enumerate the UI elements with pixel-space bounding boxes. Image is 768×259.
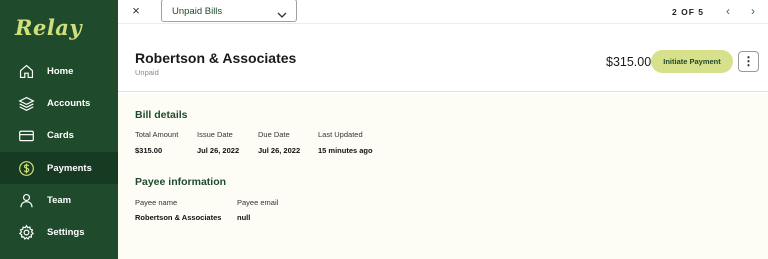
layers-icon [17,94,35,112]
top-bar: × Unpaid Bills 2 OF 5 ‹ › [118,0,768,24]
sidebar: Relay Home Accounts Cards Payments Team [0,0,118,259]
bill-filter-value: Unpaid Bills [172,6,223,17]
dollar-icon [17,159,35,177]
chevron-right-icon[interactable]: › [747,5,759,17]
initiate-payment-button[interactable]: Initiate Payment [651,50,733,73]
bill-filter-select[interactable]: Unpaid Bills [161,0,297,22]
sidebar-item-accounts[interactable]: Accounts [0,87,118,119]
close-icon[interactable]: × [129,4,143,18]
sidebar-item-home[interactable]: Home [0,55,118,87]
sidebar-item-label: Settings [47,226,85,238]
field-value: Jul 26, 2022 [197,146,240,155]
field-value: Jul 26, 2022 [258,146,301,155]
status-label: Unpaid [135,68,159,77]
sidebar-item-label: Cards [47,129,74,141]
field-value: $315.00 [135,146,163,155]
user-icon [17,191,35,209]
more-options-icon[interactable]: ⋮ [738,51,759,72]
field-label: Last Updated [318,130,363,139]
home-icon [17,62,35,80]
field-value: 15 minutes ago [318,146,373,155]
field-label: Due Date [258,130,290,139]
card-icon [17,126,35,144]
page-title: Robertson & Associates [135,50,297,66]
chevron-left-icon[interactable]: ‹ [722,5,734,17]
sidebar-item-team[interactable]: Team [0,184,118,216]
chevron-down-icon [277,6,287,18]
sidebar-item-label: Payments [47,162,92,174]
field-value: Robertson & Associates [135,213,222,222]
pager-label: 2 OF 5 [672,7,704,17]
relay-logo[interactable]: Relay [15,15,82,40]
field-label: Payee name [135,198,178,207]
sidebar-item-cards[interactable]: Cards [0,119,118,151]
sidebar-item-label: Team [47,194,72,206]
field-value: null [237,213,251,222]
bill-content: Bill details Total Amount $315.00 Issue … [118,93,768,259]
field-label: Payee email [237,198,279,207]
sidebar-item-payments[interactable]: Payments [0,152,118,184]
sidebar-item-label: Home [47,65,74,77]
bill-details-title: Bill details [135,109,188,121]
gear-icon [17,223,35,241]
sidebar-item-settings[interactable]: Settings [0,216,118,248]
payee-info-title: Payee information [135,176,227,188]
field-label: Total Amount [135,130,179,139]
sidebar-item-label: Accounts [47,97,91,109]
bill-header: Robertson & Associates Unpaid $315.00 In… [118,24,768,92]
bill-amount: $315.00 [606,55,652,69]
field-label: Issue Date [197,130,233,139]
